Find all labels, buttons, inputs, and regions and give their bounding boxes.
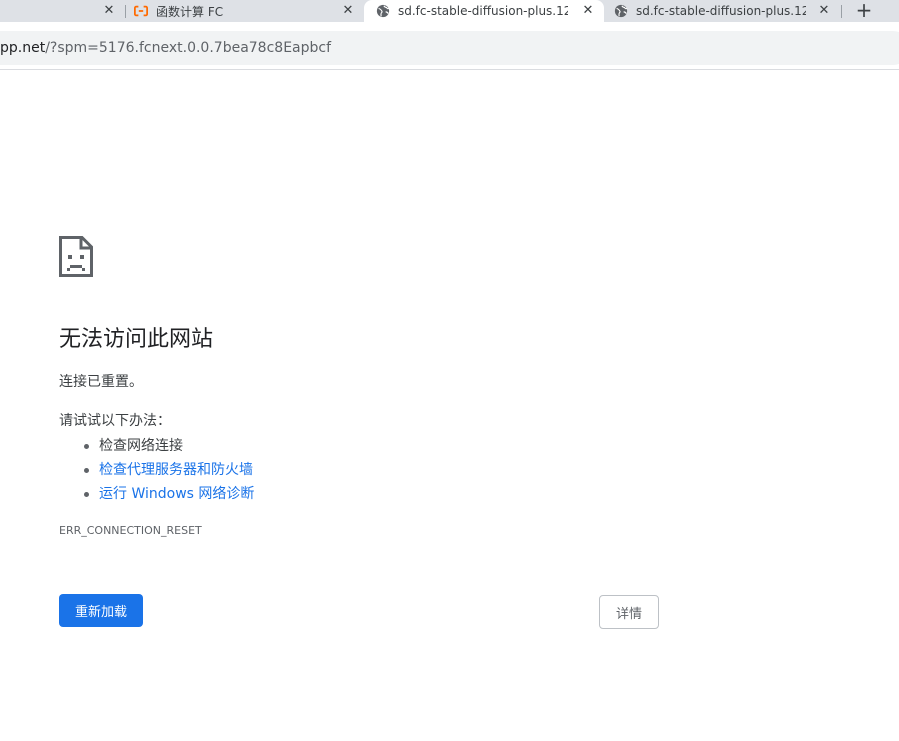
url-path: /?spm=5176.fcnext.0.0.7bea78c8Eapbcf [45,40,332,56]
tab-close-icon[interactable]: ✕ [101,3,117,19]
tab-sd-active[interactable]: sd.fc-stable-diffusion-plus.12 ✕ [364,0,604,22]
tab-title: sd.fc-stable-diffusion-plus.12 [398,4,568,18]
tab-close-icon[interactable]: ✕ [580,3,596,19]
sad-page-icon [59,236,93,277]
tab-close-icon[interactable]: ✕ [816,3,832,19]
tab-sd[interactable]: sd.fc-stable-diffusion-plus.12 ✕ [604,0,840,22]
url-host: pp.net [0,40,46,56]
tab-separator [125,5,126,18]
address-bar-url[interactable]: pp.net/?spm=5176.fcnext.0.0.7bea78c8Eapb… [0,38,331,58]
reload-button[interactable]: 重新加载 [59,594,143,627]
suggestions-list: 检查网络连接 检查代理服务器和防火墙 运行 Windows 网络诊断 [59,434,254,506]
aliyun-logo-icon [134,5,148,17]
page-title: 无法访问此网站 [59,327,214,352]
toolbar: pp.net/?spm=5176.fcnext.0.0.7bea78c8Eapb… [0,22,899,70]
tab-separator [841,5,842,18]
tab-partial[interactable]: ✕ [0,0,125,22]
globe-icon [376,4,390,18]
suggestion-check-proxy-link[interactable]: 检查代理服务器和防火墙 [59,458,254,482]
tab-title: 函数计算 FC [156,4,224,19]
suggestion-run-diagnostics-link[interactable]: 运行 Windows 网络诊断 [59,482,254,506]
globe-icon [614,4,628,18]
tab-strip: ✕ 函数计算 FC ✕ sd.fc-stable-diffusion-plus.… [0,0,899,22]
suggestion-check-connection: 检查网络连接 [59,434,254,458]
error-code: ERR_CONNECTION_RESET [59,524,202,537]
details-button[interactable]: 详情 [599,595,659,629]
tab-function-compute[interactable]: 函数计算 FC ✕ [134,0,364,22]
suggestions-label: 请试试以下办法： [59,413,171,429]
tab-close-icon[interactable]: ✕ [340,3,356,19]
tab-title: sd.fc-stable-diffusion-plus.12 [636,4,806,18]
error-summary: 连接已重置。 [59,374,143,390]
new-tab-button[interactable]: + [852,0,876,22]
